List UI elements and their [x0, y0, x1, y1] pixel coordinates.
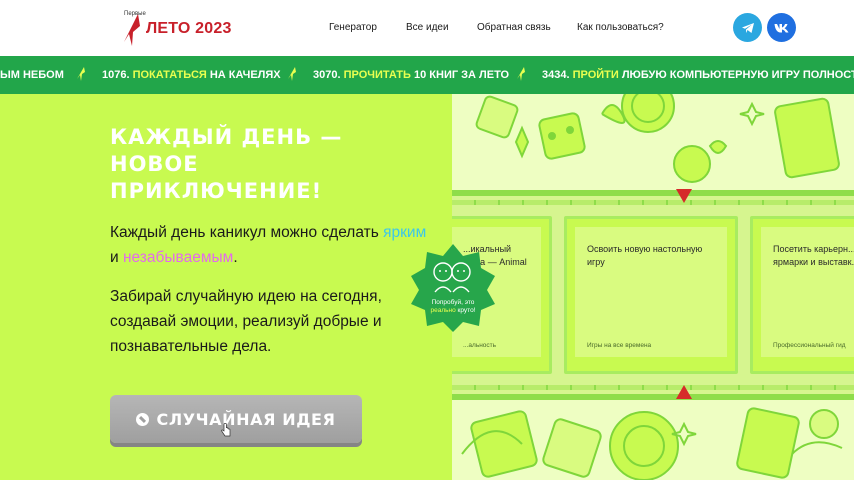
- card-title: Посетить карьерн... ярмарки и выставк...: [773, 244, 854, 267]
- rocket-icon: [288, 67, 296, 81]
- bright-word: ярким: [383, 224, 427, 241]
- nav-feedback[interactable]: Обратная связь: [477, 22, 551, 33]
- ideas-ticker: ЫМ НЕБОМ 1076. ПОКАТАТЬСЯ НА КАЧЕЛЯХ 307…: [0, 56, 854, 94]
- random-idea-button[interactable]: СЛУЧАЙНАЯ ИДЕЯ: [110, 395, 362, 443]
- page: ЛЕТО 2023 Первые Генератор Все идеи Обра…: [0, 0, 854, 480]
- ticker-item[interactable]: 1076. ПОКАТАТЬСЯ НА КАЧЕЛЯХ: [102, 69, 281, 81]
- band-rail: [452, 200, 854, 205]
- hero-subtitle: Каждый день каникул можно сделать ярким …: [110, 224, 427, 266]
- hero-section: КАЖДЫЙ ДЕНЬ — НОВОЕ ПРИКЛЮЧЕНИЕ! Каждый …: [0, 94, 452, 480]
- selection-marker-bottom: [676, 385, 692, 399]
- idea-card[interactable]: Освоить новую настольную игру Игры на вс…: [564, 216, 738, 374]
- vk-icon: [774, 23, 789, 32]
- vk-button[interactable]: [767, 13, 796, 42]
- logo-rocket-icon: [124, 14, 140, 46]
- card-inner: Посетить карьерн... ярмарки и выставк...…: [761, 227, 854, 357]
- rocket-icon: [77, 67, 85, 81]
- badge-shape: [411, 244, 495, 332]
- ticker-item[interactable]: 3070. ПРОЧИТАТЬ 10 КНИГ ЗА ЛЕТО: [313, 69, 509, 81]
- card-inner: Освоить новую настольную игру Игры на вс…: [575, 227, 727, 357]
- ideas-carousel-area: ...икальный ...ова — Animal ...rons ...а…: [452, 94, 854, 480]
- card-category: Игры на все времена: [587, 342, 652, 349]
- card-category: Профессиональный гид: [773, 342, 846, 349]
- try-it-badge: Попробуй, это реально круто!: [407, 242, 499, 334]
- ticker-item[interactable]: 3434. ПРОЙТИ ЛЮБУЮ КОМПЬЮТЕРНУЮ ИГРУ ПОЛ…: [542, 69, 854, 81]
- dice-icon: [136, 412, 150, 426]
- hero-body: Забирай случайную идею на сегодня, созда…: [110, 288, 382, 355]
- nav-how-to-use[interactable]: Как пользоваться?: [577, 22, 664, 33]
- rocket-icon: [517, 67, 525, 81]
- telegram-button[interactable]: [733, 13, 762, 42]
- selection-marker-top: [676, 189, 692, 203]
- hand-cursor-icon: [221, 423, 231, 437]
- header: ЛЕТО 2023 Первые Генератор Все идеи Обра…: [0, 0, 854, 56]
- idea-card[interactable]: Посетить карьерн... ярмарки и выставк...…: [750, 216, 854, 374]
- hero-title: КАЖДЫЙ ДЕНЬ — НОВОЕ ПРИКЛЮЧЕНИЕ!: [110, 125, 343, 203]
- card-category: ...альность: [463, 342, 497, 349]
- ideas-carousel: ...икальный ...ова — Animal ...rons ...а…: [452, 190, 854, 400]
- memorable-word: незабываемым: [122, 249, 234, 266]
- nav-all-ideas[interactable]: Все идеи: [406, 22, 449, 33]
- ticker-item[interactable]: ЫМ НЕБОМ: [0, 69, 64, 81]
- nav-generator[interactable]: Генератор: [329, 22, 377, 33]
- logo-small-text: Первые: [124, 11, 146, 17]
- logo[interactable]: ЛЕТО 2023: [120, 12, 232, 46]
- random-idea-label: СЛУЧАЙНАЯ ИДЕЯ: [156, 409, 336, 429]
- badge-text: Попробуй, это реально круто!: [430, 299, 476, 314]
- card-title: Освоить новую настольную игру: [587, 244, 703, 267]
- telegram-icon: [741, 22, 754, 33]
- logo-text: ЛЕТО 2023: [146, 20, 232, 37]
- band-rail: [452, 385, 854, 390]
